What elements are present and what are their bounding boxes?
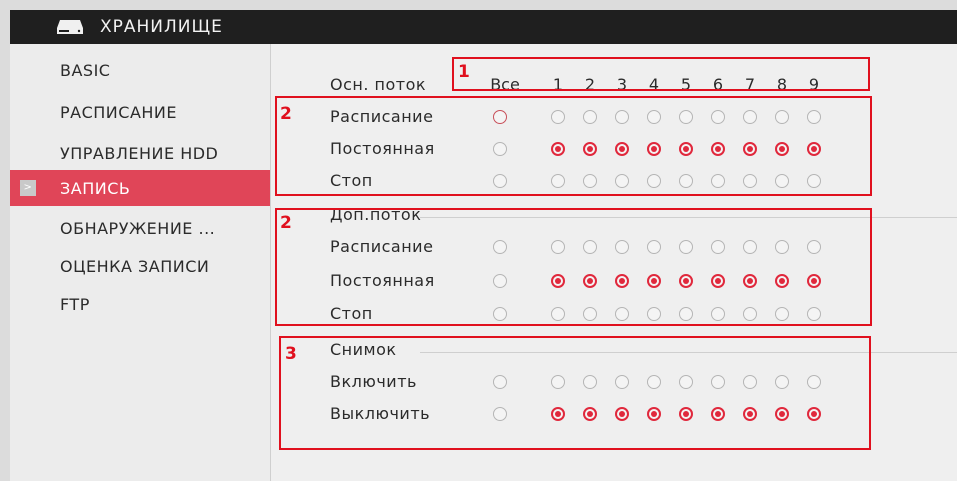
sidebar-item-detection[interactable]: ОБНАРУЖЕНИЕ ... (10, 210, 270, 246)
dvr-screen: ХРАНИЛИЩЕ BASIC РАСПИСАНИЕ УПРАВЛЕНИЕ HD… (10, 10, 957, 481)
sidebar-item-label: УПРАВЛЕНИЕ HDD (60, 144, 219, 163)
sidebar-item-basic[interactable]: BASIC (10, 52, 270, 88)
annotation-number: 2 (280, 213, 292, 233)
main-stream-label: Осн. поток (330, 75, 427, 94)
page-title: ХРАНИЛИЩЕ (100, 17, 223, 37)
sidebar-item-record-rating[interactable]: ОЦЕНКА ЗАПИСИ (10, 248, 270, 284)
sidebar-item-record[interactable]: > ЗАПИСЬ (10, 170, 270, 206)
sidebar-item-label: BASIC (60, 61, 111, 80)
annotation-box (275, 208, 872, 326)
sidebar: BASIC РАСПИСАНИЕ УПРАВЛЕНИЕ HDD > ЗАПИСЬ… (10, 44, 271, 481)
sidebar-item-ftp[interactable]: FTP (10, 286, 270, 322)
sidebar-item-label: FTP (60, 295, 90, 314)
chevron-right-icon: > (20, 180, 36, 196)
sidebar-item-label: РАСПИСАНИЕ (60, 103, 177, 122)
sidebar-item-schedule[interactable]: РАСПИСАНИЕ (10, 94, 270, 130)
title-bar: ХРАНИЛИЩЕ (10, 10, 957, 44)
photo-frame: ХРАНИЛИЩЕ BASIC РАСПИСАНИЕ УПРАВЛЕНИЕ HD… (0, 0, 957, 481)
annotation-box (279, 336, 871, 450)
annotation-box (452, 57, 870, 91)
sidebar-item-hdd-management[interactable]: УПРАВЛЕНИЕ HDD (10, 135, 270, 171)
hard-drive-icon (57, 20, 83, 34)
annotation-box (275, 96, 872, 196)
annotation-number: 1 (458, 62, 470, 82)
sidebar-item-label: ОБНАРУЖЕНИЕ ... (60, 219, 216, 238)
sidebar-item-label: ОЦЕНКА ЗАПИСИ (60, 257, 210, 276)
annotation-number: 2 (280, 104, 292, 124)
annotation-number: 3 (285, 344, 297, 364)
sidebar-item-label: ЗАПИСЬ (60, 179, 131, 198)
